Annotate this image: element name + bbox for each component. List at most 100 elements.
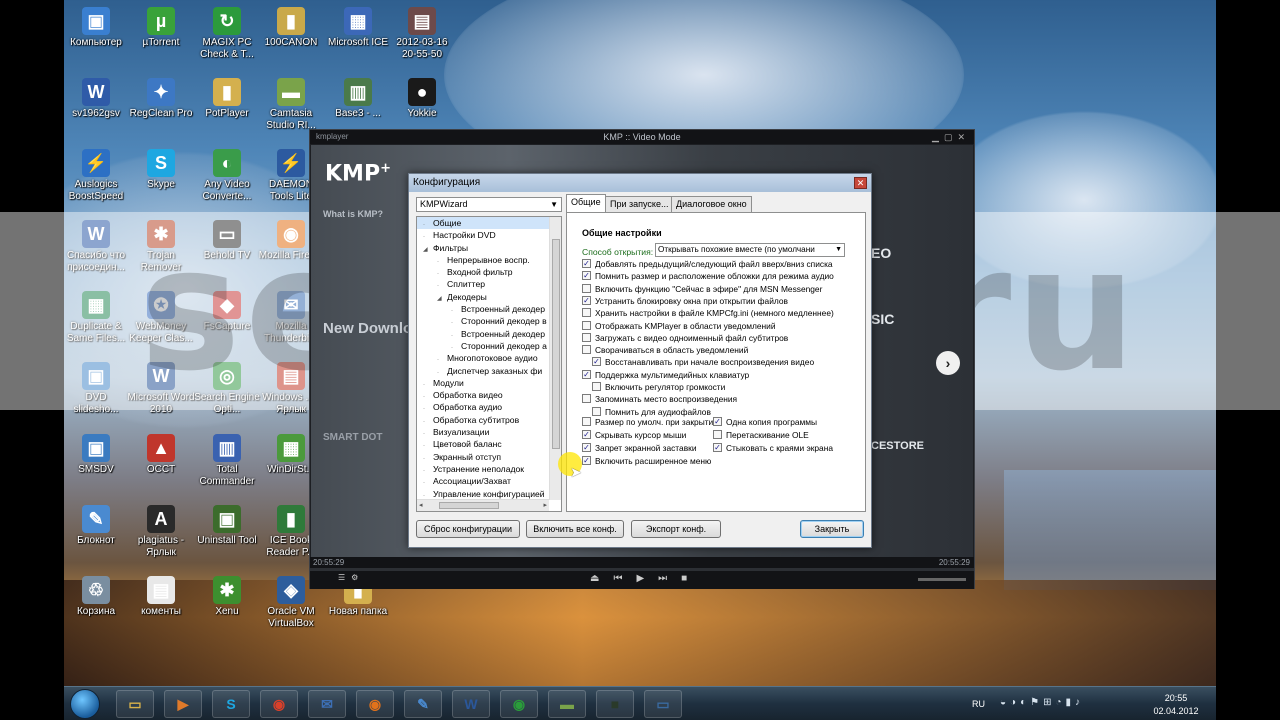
tree-item[interactable]: · Экранный отступ [417, 451, 561, 463]
paint-icon[interactable]: ✎ [404, 690, 442, 718]
desktop-icon[interactable]: ▦ Microsoft ICE [324, 3, 392, 49]
camera-icon[interactable]: ■ [596, 690, 634, 718]
enable-all-button[interactable]: Включить все конф. [526, 520, 624, 538]
word-icon[interactable]: W [452, 690, 490, 718]
checkbox[interactable]: ✓ [592, 357, 601, 367]
clock[interactable]: 20:55 02.04.2012 [1146, 692, 1206, 718]
expand-arrow-icon[interactable]: ◢ [423, 244, 433, 254]
firefox-icon[interactable]: ◉ [356, 690, 394, 718]
tree-item[interactable]: · Непрерывное воспр. [417, 254, 561, 266]
skype-icon[interactable]: S [212, 690, 250, 718]
tree-item[interactable]: · Обработка видео [417, 389, 561, 401]
checkbox[interactable]: ✓ [582, 295, 591, 305]
reset-config-button[interactable]: Сброс конфигурации [416, 520, 520, 538]
checkbox[interactable] [592, 382, 601, 391]
config-dialog[interactable]: Конфигурация ✕ KMPWizard ▼ · Общие · Настрой… [408, 173, 872, 548]
checkbox[interactable] [582, 394, 591, 404]
checkbox[interactable] [582, 417, 591, 426]
desktop-icon[interactable]: ▤ 2012-03-16 20-55-50 [388, 3, 456, 61]
checkbox[interactable]: ✓ [713, 417, 722, 426]
tree-item[interactable]: · Диспетчер заказных фи [417, 365, 561, 377]
checkbox[interactable] [582, 345, 591, 355]
tab-startup[interactable]: При запуске... [605, 196, 674, 212]
checkbox[interactable] [592, 406, 601, 416]
tree-item[interactable]: · Сторонний декодер а [417, 340, 561, 352]
checkbox[interactable]: ✓ [713, 443, 722, 452]
tree-item[interactable]: · Управление конфигурацией [417, 488, 561, 500]
tree-item[interactable]: · Обработка субтитров [417, 414, 561, 426]
desktop-icon[interactable]: ✎ Блокнот [62, 501, 130, 547]
desktop-icon[interactable]: ✦ RegClean Pro [127, 74, 195, 120]
media-player-icon[interactable]: ▶ [164, 690, 202, 718]
desktop-icon[interactable]: Aplagiatus - Ярлык [127, 501, 195, 559]
config-titlebar[interactable]: Конфигурация ✕ [409, 174, 871, 192]
desktop-icon[interactable]: µ µTorrent [127, 3, 195, 49]
tree-item[interactable]: · Устранение неполадок [417, 463, 561, 475]
checkbox[interactable] [713, 430, 722, 439]
tab-general[interactable]: Общие [566, 194, 606, 213]
tree-item[interactable]: · Цветовой баланс [417, 438, 561, 450]
tree-item[interactable]: · Встроенный декодер [417, 303, 561, 315]
tree-item[interactable]: · Входной фильтр [417, 266, 561, 278]
desktop-icon[interactable]: ▲ OCCT [127, 430, 195, 476]
desktop-icon[interactable]: ▬ Camtasia Studio RI... [257, 74, 325, 132]
tab-dialog[interactable]: Диалоговое окно [671, 196, 752, 212]
checkbox[interactable]: ✓ [582, 430, 591, 439]
thunderbird-icon[interactable]: ✉ [308, 690, 346, 718]
checkbox[interactable] [582, 320, 591, 330]
checkbox[interactable]: ✓ [582, 271, 591, 281]
desktop-icon[interactable]: ◐ Any Video Converte... [193, 145, 261, 203]
expand-arrow-icon[interactable]: ◢ [437, 293, 447, 303]
desktop-icon[interactable]: ▥ Base3 - ... [324, 74, 392, 120]
tree-item[interactable]: · Ассоциации/Захват [417, 475, 561, 487]
camtasia-icon[interactable]: ▬ [548, 690, 586, 718]
chrome-icon[interactable]: ◉ [500, 690, 538, 718]
desktop-icon[interactable]: ▣ SMSDV [62, 430, 130, 476]
checkbox[interactable] [582, 308, 591, 318]
desktop-icon[interactable]: ● Yokkie [388, 74, 456, 120]
tree-item[interactable]: · Обработка аудио [417, 401, 561, 413]
playback-controls[interactable]: ⏏⏮▶⏭■ [590, 573, 701, 584]
language-indicator[interactable]: RU [972, 699, 985, 709]
checkbox[interactable]: ✓ [582, 456, 591, 465]
explorer-icon[interactable]: ▭ [116, 690, 154, 718]
desktop-icon[interactable]: ▮ 100CANON [257, 3, 325, 49]
seek-bar[interactable] [310, 568, 974, 571]
monitor-icon[interactable]: ▭ [644, 690, 682, 718]
tree-item[interactable]: ◢ Фильтры [417, 242, 561, 254]
tree-horizontal-scrollbar[interactable]: ◂ ▸ [417, 499, 549, 511]
tree-item[interactable]: · Настройки DVD [417, 229, 561, 241]
tree-item[interactable]: · Сторонний декодер в [417, 315, 561, 327]
tree-item[interactable]: · Визуализации [417, 426, 561, 438]
kmp-menu-icon[interactable]: ☰⚙ [338, 573, 364, 582]
open-method-select[interactable]: Открывать похожие вместе (по умолчани ▼ [655, 243, 845, 257]
tree-item[interactable]: ◢ Декодеры [417, 291, 561, 303]
tree-item[interactable]: · Встроенный декодер [417, 328, 561, 340]
desktop-icon[interactable]: ▣ Uninstall Tool [193, 501, 261, 547]
tray-icons[interactable]: ◒◑◐⚑⊞◔▮♪ [1000, 697, 1084, 708]
desktop-icon[interactable]: Wsv1962gsv [62, 74, 130, 120]
checkbox[interactable]: ✓ [582, 369, 591, 379]
desktop-icon[interactable]: ♲ Корзина [62, 572, 130, 618]
checkbox[interactable] [582, 332, 591, 342]
tree-item[interactable]: · Модули [417, 377, 561, 389]
checkbox[interactable]: ✓ [582, 443, 591, 452]
window-controls[interactable]: ▁▢✕ [932, 130, 970, 144]
settings-tree[interactable]: · Общие · Настройки DVD ◢ Фильтры · Непрерывное… [416, 216, 562, 512]
checkbox[interactable]: ✓ [582, 259, 591, 268]
chrome-icon[interactable]: ◉ [260, 690, 298, 718]
kmplayer-titlebar[interactable]: kmplayer KMP :: Video Mode ▁▢✕ [310, 130, 974, 144]
tree-item[interactable]: · Общие [417, 217, 561, 230]
desktop-icon[interactable]: ▥ Total Commander [193, 430, 261, 488]
start-button[interactable] [70, 689, 100, 719]
desktop-icon[interactable]: ▣ Компьютер [62, 3, 130, 49]
profile-select[interactable]: KMPWizard ▼ [416, 197, 562, 212]
checkbox[interactable] [582, 283, 591, 293]
tree-item[interactable]: · Сплиттер [417, 278, 561, 290]
desktop-icon[interactable]: ▮ PotPlayer [193, 74, 261, 120]
volume-slider[interactable] [918, 578, 966, 581]
desktop-icon[interactable]: S Skype [127, 145, 195, 191]
close-icon[interactable]: ✕ [854, 177, 867, 189]
next-arrow-button[interactable]: › [936, 351, 960, 375]
kmp-control-bar[interactable]: 20:55:29 20:55:29 ☰⚙ ⏏⏮▶⏭■ [310, 557, 974, 589]
